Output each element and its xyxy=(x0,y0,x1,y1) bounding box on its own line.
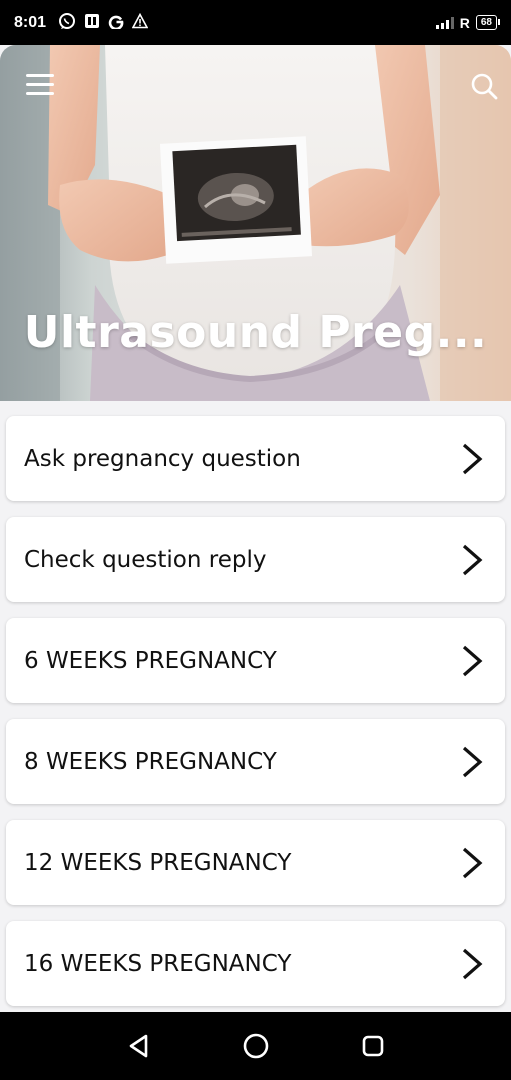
list-item-12-weeks[interactable]: 12 WEEKS PREGNANCY xyxy=(6,820,505,905)
search-icon[interactable] xyxy=(470,72,498,100)
hero-header: Ultrasound Preg... xyxy=(0,45,511,401)
list-item-label: 12 WEEKS PREGNANCY xyxy=(24,849,292,876)
warning-icon xyxy=(131,12,149,32)
list-item-label: Check question reply xyxy=(24,546,267,573)
battery-level: 68 xyxy=(480,17,492,28)
list-item-6-weeks[interactable]: 6 WEEKS PREGNANCY xyxy=(6,618,505,703)
chevron-right-icon xyxy=(462,746,483,777)
list-item-check-reply[interactable]: Check question reply xyxy=(6,517,505,602)
google-icon xyxy=(108,13,124,32)
chevron-right-icon xyxy=(462,544,483,575)
chevron-right-icon xyxy=(462,443,483,474)
home-icon[interactable] xyxy=(241,1031,271,1061)
list-item-label: 6 WEEKS PREGNANCY xyxy=(24,647,277,674)
list-item-label: 16 WEEKS PREGNANCY xyxy=(24,950,292,977)
status-time: 8:01 xyxy=(14,13,47,31)
whatsapp-icon xyxy=(58,12,76,33)
list-item-label: 8 WEEKS PREGNANCY xyxy=(24,748,277,775)
system-nav-bar xyxy=(0,1012,511,1080)
signal-icon xyxy=(435,16,454,29)
chevron-right-icon xyxy=(462,847,483,878)
menu-list: Ask pregnancy question Check question re… xyxy=(6,416,505,1022)
list-item-8-weeks[interactable]: 8 WEEKS PREGNANCY xyxy=(6,719,505,804)
battery-icon: 68 xyxy=(475,15,501,30)
list-item-label: Ask pregnancy question xyxy=(24,445,301,472)
status-bar-left: 8:01 xyxy=(14,12,149,33)
hamburger-menu-icon[interactable] xyxy=(26,74,54,96)
back-icon[interactable] xyxy=(124,1031,154,1061)
status-bar: 8:01 R 68 xyxy=(0,0,511,45)
page-title: Ultrasound Preg... xyxy=(23,307,488,358)
document-icon xyxy=(84,13,100,32)
list-item-ask-question[interactable]: Ask pregnancy question xyxy=(6,416,505,501)
chevron-right-icon xyxy=(462,645,483,676)
network-label: R xyxy=(459,14,470,31)
chevron-right-icon xyxy=(462,948,483,979)
recents-icon[interactable] xyxy=(358,1031,388,1061)
list-item-16-weeks[interactable]: 16 WEEKS PREGNANCY xyxy=(6,921,505,1006)
status-bar-right: R 68 xyxy=(435,14,501,31)
